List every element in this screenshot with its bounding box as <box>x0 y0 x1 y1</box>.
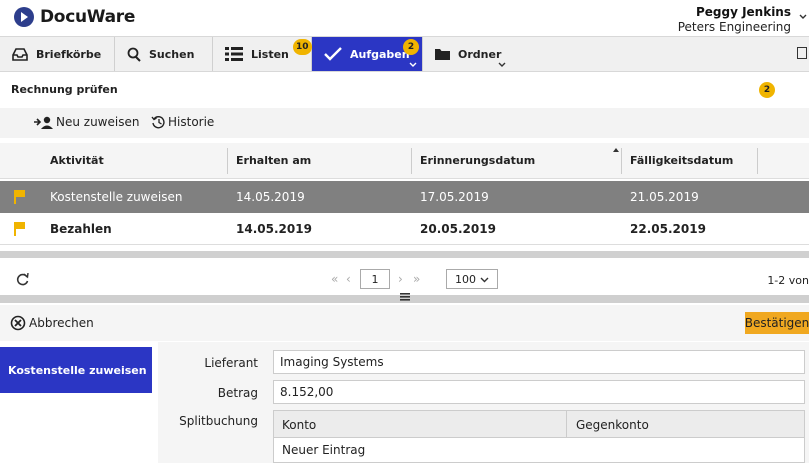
docuware-logo-icon <box>14 7 34 27</box>
pager: « ‹ 1 › » 100 1-2 von <box>0 266 809 294</box>
user-company: Peters Engineering <box>677 20 791 34</box>
flag-icon <box>14 222 26 236</box>
amount-label: Betrag <box>217 386 258 400</box>
grip-icon[interactable] <box>400 293 410 301</box>
table-row[interactable]: Bezahlen 14.05.2019 20.05.2019 22.05.201… <box>0 213 809 245</box>
task-toolbar: Neu zuweisen Historie <box>0 108 809 138</box>
nav-label: Listen <box>251 47 289 61</box>
panel-splitter[interactable] <box>0 293 809 303</box>
sort-up-icon <box>613 148 619 152</box>
nav-label: Suchen <box>149 47 195 61</box>
cell-activity: Bezahlen <box>50 222 112 236</box>
nav-item-listen[interactable]: Listen 10 <box>213 37 312 71</box>
history-icon <box>151 116 165 129</box>
cell-reminder: 20.05.2019 <box>420 222 496 236</box>
aufgaben-count-badge: 2 <box>403 39 419 55</box>
cell-due: 21.05.2019 <box>630 190 699 204</box>
chevron-down-icon[interactable] <box>409 62 417 67</box>
last-page-button[interactable]: » <box>413 272 420 286</box>
column-divider[interactable] <box>566 411 567 437</box>
amount-value: 8.152,00 <box>280 385 334 399</box>
first-page-button[interactable]: « <box>331 272 338 286</box>
cell-due: 22.05.2019 <box>630 222 706 236</box>
nav-item-suchen[interactable]: Suchen <box>115 37 213 71</box>
prev-page-button[interactable]: ‹ <box>346 272 351 286</box>
folder-icon <box>435 48 450 60</box>
nav-label: Ordner <box>458 47 502 61</box>
tray-icon <box>12 47 28 61</box>
column-header-erhalten[interactable]: Erhalten am <box>236 154 311 167</box>
cell-reminder: 17.05.2019 <box>420 190 489 204</box>
next-page-button[interactable]: › <box>398 272 403 286</box>
nav-item-aufgaben[interactable]: Aufgaben 2 <box>312 37 423 71</box>
column-divider[interactable] <box>411 148 412 174</box>
close-circle-icon <box>10 315 26 331</box>
new-entry-label: Neuer Eintrag <box>282 443 366 457</box>
history-button[interactable]: Historie <box>151 115 214 129</box>
add-user-icon <box>34 116 53 129</box>
search-icon <box>127 47 141 62</box>
horizontal-scrollbar[interactable] <box>0 251 809 258</box>
brand-name: DocuWare <box>40 7 136 27</box>
supplier-field[interactable]: Imaging Systems <box>273 350 805 374</box>
task-title: Rechnung prüfen <box>11 83 118 96</box>
supplier-value: Imaging Systems <box>280 355 384 369</box>
result-count: 1-2 von <box>767 274 809 287</box>
column-header-gegenkonto[interactable]: Gegenkonto <box>576 418 649 432</box>
confirm-button[interactable]: Bestätigen <box>745 312 809 334</box>
chevron-down-icon <box>480 277 489 283</box>
nav-label: Briefkörbe <box>36 47 102 61</box>
user-name: Peggy Jenkins <box>695 5 791 19</box>
chevron-down-icon[interactable] <box>799 14 807 20</box>
cancel-button[interactable]: Abbrechen <box>10 315 94 331</box>
refresh-icon[interactable] <box>16 273 29 286</box>
reassign-button[interactable]: Neu zuweisen <box>34 115 139 129</box>
column-divider[interactable] <box>621 148 622 174</box>
page-size-value: 100 <box>455 272 476 286</box>
split-grid-header: Konto Gegenkonto <box>273 410 805 438</box>
list-icon <box>225 47 243 61</box>
document-icon[interactable] <box>797 47 807 59</box>
split-booking-label: Splitbuchung <box>179 414 258 428</box>
app-header: DocuWare Peggy Jenkins Peters Engineerin… <box>0 0 809 36</box>
column-header-erinnerung[interactable]: Erinnerungsdatum <box>420 154 535 167</box>
column-divider[interactable] <box>227 148 228 174</box>
column-divider[interactable] <box>757 148 758 174</box>
form-action-bar: Abbrechen Bestätigen <box>0 305 809 341</box>
main-nav: Briefkörbe Suchen Listen 10 Aufgaben 2 O… <box>0 36 809 72</box>
flag-icon <box>14 190 26 204</box>
cell-received: 14.05.2019 <box>236 190 305 204</box>
docuware-logo[interactable]: DocuWare <box>14 7 135 27</box>
scrollbar-thumb[interactable] <box>0 251 809 258</box>
cell-activity: Kostenstelle zuweisen <box>50 190 183 204</box>
reassign-label: Neu zuweisen <box>56 115 140 129</box>
table-row[interactable]: Kostenstelle zuweisen 14.05.2019 17.05.2… <box>0 181 809 213</box>
task-table-header: Aktivität Erhalten am Erinnerungsdatum F… <box>0 143 809 179</box>
check-icon <box>324 47 342 61</box>
page-size-select[interactable]: 100 <box>446 269 498 289</box>
column-header-konto[interactable]: Konto <box>282 418 316 432</box>
column-header-aktivitaet[interactable]: Aktivität <box>50 154 104 167</box>
form-panel: Lieferant Imaging Systems Betrag 8.152,0… <box>158 342 809 463</box>
cell-received: 14.05.2019 <box>236 222 312 236</box>
column-header-faelligkeit[interactable]: Fälligkeitsdatum <box>630 154 733 167</box>
nav-label: Aufgaben <box>350 47 410 61</box>
amount-field[interactable]: 8.152,00 <box>273 380 805 404</box>
user-menu[interactable]: Peggy Jenkins Peters Engineering <box>678 5 791 34</box>
nav-item-briefkoerbe[interactable]: Briefkörbe <box>0 37 115 71</box>
supplier-label: Lieferant <box>204 356 258 370</box>
nav-item-ordner[interactable]: Ordner <box>423 37 518 71</box>
listen-count-badge: 10 <box>293 39 312 55</box>
chevron-down-icon[interactable] <box>498 62 506 67</box>
workflow-step-card[interactable]: Kostenstelle zuweisen <box>0 347 152 393</box>
new-entry-row[interactable]: Neuer Eintrag <box>273 438 805 463</box>
task-count-badge: 2 <box>759 82 775 98</box>
cancel-label: Abbrechen <box>29 316 94 330</box>
task-header: Rechnung prüfen 2 <box>0 73 809 107</box>
history-label: Historie <box>168 115 215 129</box>
page-number-input[interactable]: 1 <box>360 269 390 289</box>
